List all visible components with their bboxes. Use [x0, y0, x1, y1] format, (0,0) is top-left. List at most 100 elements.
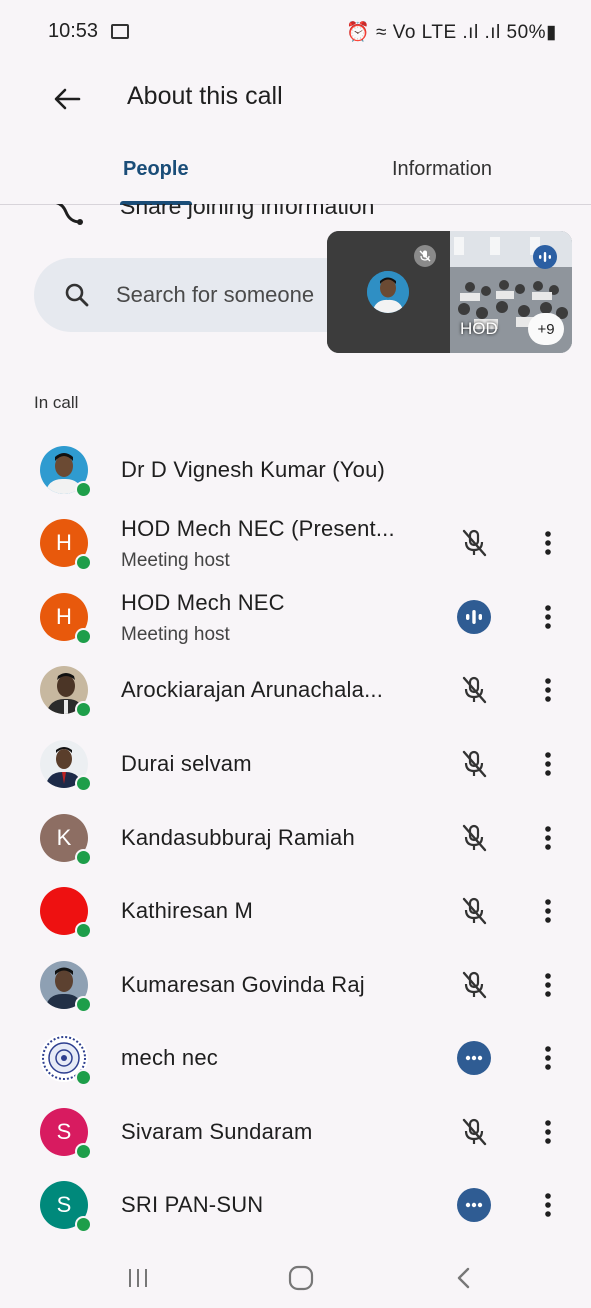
- search-icon: [65, 283, 89, 307]
- more-vert-icon: [545, 605, 551, 629]
- participant-menu-button[interactable]: [536, 1187, 560, 1223]
- participant-name: Kumaresan Govinda Raj: [121, 972, 365, 997]
- pip-audio-level-icon: [533, 245, 557, 269]
- presence-indicator: [75, 996, 92, 1013]
- participant-name: mech nec: [121, 1045, 218, 1070]
- participant-row[interactable]: S Sivaram Sundaram: [0, 1097, 591, 1167]
- presence-indicator: [75, 481, 92, 498]
- presence-indicator: [75, 1216, 92, 1233]
- presence-indicator: [75, 1143, 92, 1160]
- participant-name: Kandasubburaj Ramiah: [121, 825, 355, 850]
- pip-video-overlay[interactable]: HOD +9: [327, 231, 572, 353]
- more-vert-icon: [545, 752, 551, 776]
- participant-menu-button[interactable]: [536, 893, 560, 929]
- page-title: About this call: [127, 82, 283, 110]
- avatar-initial: S: [56, 1119, 72, 1144]
- participant-role: Meeting host: [121, 550, 230, 571]
- participant-menu-button[interactable]: [536, 599, 560, 635]
- share-joining-info-row[interactable]: Share joining information: [0, 204, 591, 226]
- app-bar: About this call: [0, 64, 591, 134]
- presence-indicator: [75, 701, 92, 718]
- participant-name: Durai selvam: [121, 751, 252, 776]
- status-time: 10:53: [48, 20, 99, 42]
- more-vert-icon: [545, 826, 551, 850]
- pip-room-tile: HOD +9: [450, 231, 572, 353]
- participant-menu-button[interactable]: [536, 967, 560, 1003]
- pip-room-label: HOD: [460, 319, 498, 338]
- participant-menu-button[interactable]: [536, 525, 560, 561]
- participant-row[interactable]: Durai selvam: [0, 729, 591, 799]
- pip-self-avatar: [367, 271, 409, 313]
- recent-apps-icon: [129, 1269, 147, 1287]
- participant-name: HOD Mech NEC: [121, 590, 285, 615]
- participant-name: Arockiarajan Arunachala...: [121, 677, 384, 702]
- arrow-left-icon: [54, 88, 81, 110]
- pip-mic-off-icon: [414, 245, 436, 267]
- mic-off-icon: [456, 967, 492, 1003]
- participant-row[interactable]: H Meeting host HOD Mech NEC: [0, 582, 591, 652]
- avatar-initial: H: [56, 604, 72, 629]
- presence-indicator: [75, 554, 92, 571]
- more-vert-icon: [545, 1193, 551, 1217]
- chevron-left-icon: [457, 1267, 470, 1289]
- participant-row[interactable]: Kathiresan M: [0, 876, 591, 946]
- avatar-initial: S: [56, 1192, 72, 1217]
- pip-more-count[interactable]: +9: [528, 313, 564, 345]
- participant-menu-button[interactable]: [536, 1114, 560, 1150]
- more-vert-icon: [545, 899, 551, 923]
- participant-name: Kathiresan M: [121, 898, 254, 923]
- mic-off-icon: [456, 893, 492, 929]
- participant-row[interactable]: Arockiarajan Arunachala...: [0, 655, 591, 725]
- pip-self-tile: [327, 231, 450, 353]
- ellipsis-icon: [456, 1040, 492, 1076]
- participant-menu-button[interactable]: [536, 746, 560, 782]
- participant-name: Dr D Vignesh Kumar (You): [121, 457, 386, 482]
- avatar-initial: K: [56, 825, 72, 850]
- status-bar: 10:53 ⏰ ≈ Vo LTE .ıl .ıl 50%▮: [0, 0, 591, 64]
- screen-cast-icon: [111, 24, 129, 39]
- home-button[interactable]: [281, 1263, 321, 1293]
- share-joining-info-label: Share joining information: [120, 204, 375, 219]
- tab-bar: People Information: [0, 140, 591, 205]
- ellipsis-icon: [456, 1187, 492, 1223]
- in-call-section-label: In call: [34, 393, 79, 412]
- more-vert-icon: [545, 1120, 551, 1144]
- mic-off-icon: [456, 1114, 492, 1150]
- back-button[interactable]: [46, 78, 88, 120]
- recent-apps-button[interactable]: [118, 1263, 158, 1293]
- participant-menu-button[interactable]: [536, 820, 560, 856]
- search-input[interactable]: [114, 278, 358, 312]
- participant-row[interactable]: H Meeting host HOD Mech NEC (Present...: [0, 508, 591, 578]
- participant-name: Sivaram Sundaram: [121, 1119, 313, 1144]
- participant-row[interactable]: mech nec: [0, 1023, 591, 1093]
- status-indicators: ⏰ ≈ Vo LTE .ıl .ıl 50%▮: [346, 22, 557, 43]
- presence-indicator: [75, 1069, 92, 1086]
- tab-information[interactable]: Information: [392, 158, 492, 181]
- participant-menu-button[interactable]: [536, 1040, 560, 1076]
- mic-off-icon: [456, 525, 492, 561]
- participant-role: Meeting host: [121, 624, 230, 645]
- participant-row[interactable]: K Kandasubburaj Ramiah: [0, 803, 591, 873]
- mic-off-icon: [456, 672, 492, 708]
- share-icon: [55, 204, 83, 225]
- participant-menu-button[interactable]: [536, 672, 560, 708]
- tab-people[interactable]: People: [123, 158, 189, 181]
- home-icon: [288, 1265, 314, 1291]
- system-back-button[interactable]: [444, 1263, 484, 1293]
- mic-off-icon: [456, 820, 492, 856]
- presence-indicator: [75, 775, 92, 792]
- presence-indicator: [75, 849, 92, 866]
- participant-row[interactable]: Kumaresan Govinda Raj: [0, 950, 591, 1020]
- mic-off-icon: [456, 746, 492, 782]
- presence-indicator: [75, 922, 92, 939]
- participant-row[interactable]: S SRI PAN-SUN: [0, 1170, 591, 1240]
- more-vert-icon: [545, 973, 551, 997]
- audio-level-icon: [456, 599, 492, 635]
- system-nav-bar: [0, 1245, 591, 1308]
- more-vert-icon: [545, 678, 551, 702]
- participant-name: HOD Mech NEC (Present...: [121, 516, 395, 541]
- more-vert-icon: [545, 1046, 551, 1070]
- more-vert-icon: [545, 531, 551, 555]
- participant-row[interactable]: Dr D Vignesh Kumar (You): [0, 435, 591, 505]
- avatar-initial: H: [56, 530, 72, 555]
